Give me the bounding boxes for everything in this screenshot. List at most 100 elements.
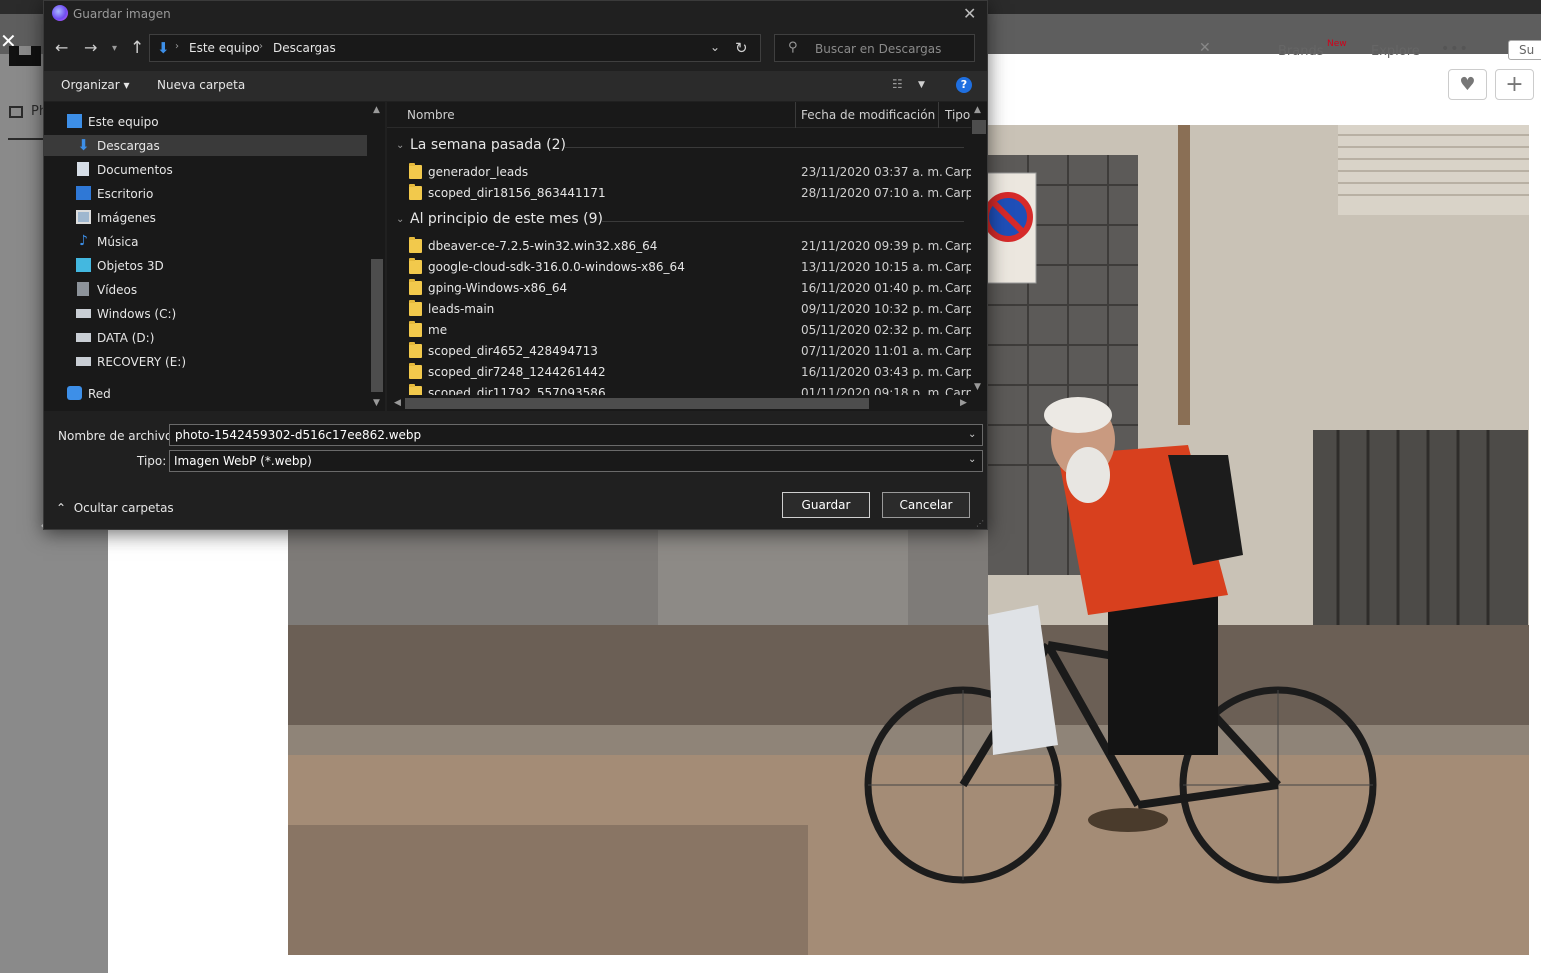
column-divider[interactable] <box>938 102 939 128</box>
recent-locations-chevron-icon[interactable]: ▾ <box>112 43 117 54</box>
file-date: 23/11/2020 03:37 a. m. <box>801 165 943 179</box>
drive-icon <box>76 333 91 342</box>
up-arrow-icon[interactable]: ↑ <box>130 38 144 58</box>
table-row[interactable]: scoped_dir18156_863441171 28/11/2020 07:… <box>387 183 971 204</box>
search-placeholder[interactable]: Buscar en Descargas <box>815 42 941 56</box>
breadcrumb-separator-icon[interactable]: › <box>259 41 263 52</box>
download-arrow-icon: ⬇ <box>77 136 90 154</box>
back-arrow-icon[interactable]: ← <box>55 38 68 57</box>
view-options-icon[interactable]: ☷ <box>892 77 903 91</box>
more-menu-icon[interactable]: ••• <box>1441 41 1469 57</box>
horizontal-scrollbar-thumb[interactable] <box>405 398 869 409</box>
scroll-up-icon[interactable]: ▲ <box>373 105 380 115</box>
sidebar-item-label: Objetos 3D <box>97 259 164 273</box>
file-name: generador_leads <box>428 165 529 179</box>
folder-icon <box>409 342 422 358</box>
group-header-last-week[interactable]: ⌄ La semana pasada (2) <box>396 136 964 158</box>
group-label: Al principio de este mes (9) <box>410 211 603 227</box>
scroll-down-icon[interactable]: ▼ <box>373 398 380 408</box>
chevron-down-icon[interactable]: ⌄ <box>396 140 404 151</box>
sidebar-item-downloads[interactable]: ⬇ Descargas <box>44 135 368 157</box>
sidebar-item-3d-objects[interactable]: Objetos 3D <box>44 255 368 277</box>
forward-arrow-icon[interactable]: → <box>84 38 97 57</box>
scroll-left-icon[interactable]: ◀ <box>394 398 401 408</box>
table-row[interactable]: generador_leads 23/11/2020 03:37 a. m. C… <box>387 162 971 183</box>
close-icon[interactable]: ✕ <box>963 4 976 23</box>
nav-brands[interactable]: Brands <box>1278 44 1324 59</box>
sidebar-item-drive-c[interactable]: Windows (C:) <box>44 303 368 325</box>
resize-grip-icon[interactable]: ⋰ <box>976 519 984 528</box>
sidebar-item-network[interactable]: Red <box>44 383 368 405</box>
chevron-down-icon[interactable]: ⌄ <box>968 454 976 465</box>
image-icon <box>9 106 23 118</box>
download-arrow-icon: ⬇ <box>157 39 170 57</box>
nav-scrollbar-thumb[interactable] <box>371 259 383 392</box>
file-type: Carp <box>945 302 971 316</box>
hide-folders-label: Ocultar carpetas <box>73 501 174 515</box>
file-date: 16/11/2020 03:43 p. m. <box>801 365 944 379</box>
chevron-down-icon[interactable]: ⌄ <box>968 429 976 440</box>
save-button[interactable]: Guardar <box>782 492 870 518</box>
group-header-earlier-this-month[interactable]: ⌄ Al principio de este mes (9) <box>396 210 964 232</box>
site-logo[interactable] <box>9 46 41 66</box>
refresh-icon[interactable]: ↻ <box>735 39 748 57</box>
add-to-collection-button[interactable]: + <box>1495 69 1534 100</box>
group-divider <box>601 221 964 222</box>
column-header-type[interactable]: Tipo <box>945 108 970 122</box>
filename-input[interactable]: photo-1542459302-d516c17ee862.webp <box>169 424 983 446</box>
address-bar[interactable]: ⬇ › Este equipo › Descargas ⌄ <box>149 34 761 62</box>
breadcrumb-separator-icon[interactable]: › <box>175 41 179 52</box>
file-date: 01/11/2020 09:18 p. m. <box>801 386 944 395</box>
chevron-down-icon[interactable]: ⌄ <box>710 40 720 54</box>
organize-menu-button[interactable]: Organizar ▾ <box>61 78 130 92</box>
new-folder-button[interactable]: Nueva carpeta <box>157 78 245 92</box>
file-type-select[interactable]: Imagen WebP (*.webp) <box>169 450 983 472</box>
hide-folders-toggle[interactable]: ⌃ Ocultar carpetas <box>56 501 174 515</box>
sidebar-item-music[interactable]: ♪ Música <box>44 231 368 253</box>
sidebar-item-drive-e[interactable]: RECOVERY (E:) <box>44 351 368 373</box>
file-date: 05/11/2020 02:32 p. m. <box>801 323 944 337</box>
column-header-name[interactable]: Nombre <box>407 108 455 122</box>
sidebar-item-documents[interactable]: Documentos <box>44 159 368 181</box>
file-list-vertical-scrollbar[interactable] <box>971 102 987 395</box>
chevron-down-icon[interactable]: ▼ <box>918 80 925 90</box>
search-input[interactable]: ⚲ Buscar en Descargas <box>774 34 975 62</box>
music-icon: ♪ <box>79 233 88 249</box>
scroll-down-icon[interactable]: ▼ <box>974 382 981 392</box>
table-row[interactable]: gping-Windows-x86_64 16/11/2020 01:40 p.… <box>387 278 971 299</box>
sidebar-item-this-pc[interactable]: Este equipo <box>44 111 368 133</box>
like-button[interactable]: ♥ <box>1448 69 1487 100</box>
clear-search-icon[interactable]: ✕ <box>1199 40 1211 56</box>
breadcrumb-this-pc[interactable]: Este equipo <box>189 41 260 55</box>
scroll-up-icon[interactable]: ▲ <box>974 105 981 115</box>
file-name: scoped_dir11792_557093586 <box>428 386 606 395</box>
vertical-scrollbar-thumb[interactable] <box>972 120 986 134</box>
sidebar-item-desktop[interactable]: Escritorio <box>44 183 368 205</box>
organize-label: Organizar <box>61 78 120 92</box>
nav-explore[interactable]: Explore <box>1371 44 1420 59</box>
breadcrumb-downloads[interactable]: Descargas <box>273 41 336 55</box>
sidebar-item-label: Escritorio <box>97 187 154 201</box>
column-header-date[interactable]: Fecha de modificación <box>801 108 935 122</box>
scroll-right-icon[interactable]: ▶ <box>960 398 967 408</box>
dialog-title-bar[interactable]: Guardar imagen ✕ <box>44 1 987 27</box>
table-row[interactable]: google-cloud-sdk-316.0.0-windows-x86_64 … <box>387 257 971 278</box>
table-row[interactable]: me 05/11/2020 02:32 p. m. Carp <box>387 320 971 341</box>
chevron-down-icon[interactable]: ⌄ <box>396 214 404 225</box>
table-row[interactable]: scoped_dir4652_428494713 07/11/2020 11:0… <box>387 341 971 362</box>
sidebar-item-label: Música <box>97 235 139 249</box>
table-row[interactable]: scoped_dir7248_1244261442 16/11/2020 03:… <box>387 362 971 383</box>
sidebar-item-pictures[interactable]: Imágenes <box>44 207 368 229</box>
column-divider[interactable] <box>795 102 796 128</box>
sidebar-item-videos[interactable]: Vídeos <box>44 279 368 301</box>
cancel-button[interactable]: Cancelar <box>882 492 970 518</box>
sidebar-item-label: Imágenes <box>97 211 156 225</box>
sidebar-item-label: RECOVERY (E:) <box>97 355 187 369</box>
sidebar-item-drive-d[interactable]: DATA (D:) <box>44 327 368 349</box>
table-row[interactable]: leads-main 09/11/2020 10:32 p. m. Carp <box>387 299 971 320</box>
table-row[interactable]: dbeaver-ce-7.2.5-win32.win32.x86_64 21/1… <box>387 236 971 257</box>
submit-button[interactable]: Su <box>1508 40 1541 60</box>
help-icon[interactable]: ? <box>956 77 972 93</box>
drive-icon <box>76 309 91 318</box>
table-row[interactable]: scoped_dir11792_557093586 01/11/2020 09:… <box>387 383 971 395</box>
